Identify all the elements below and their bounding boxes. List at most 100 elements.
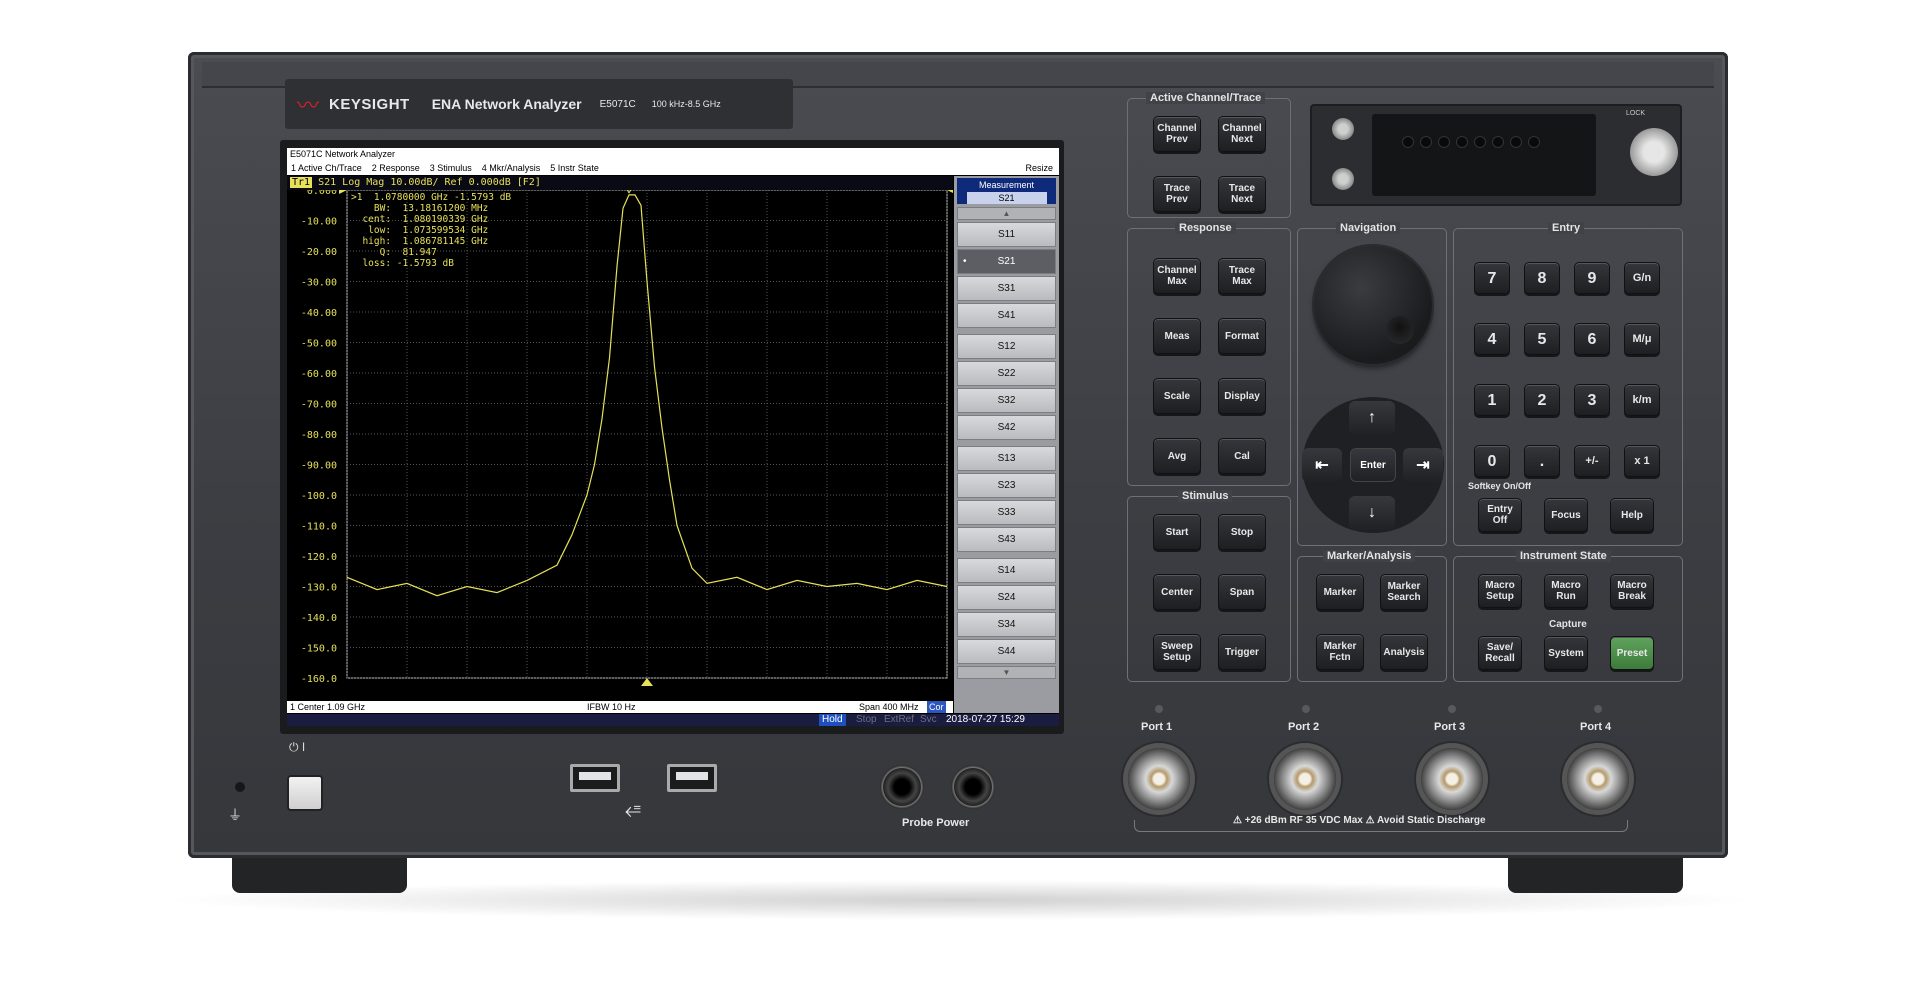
sweep-setup-button[interactable]: Sweep Setup — [1153, 634, 1201, 670]
port4-label: Port 4 — [1580, 721, 1612, 733]
entry-key-3[interactable]: 3 — [1574, 384, 1610, 416]
y-tick-label: -70.00 — [301, 400, 337, 411]
channel-next-button[interactable]: Channel Next — [1218, 116, 1266, 152]
cal-button[interactable]: Cal — [1218, 438, 1266, 474]
entry-key-2[interactable]: 2 — [1524, 384, 1560, 416]
meas-button[interactable]: Meas — [1153, 318, 1201, 354]
port1-connector[interactable] — [1128, 748, 1190, 810]
save-recall-button[interactable]: Save/ Recall — [1478, 636, 1522, 670]
port1-label: Port 1 — [1141, 721, 1173, 733]
display-screen[interactable]: E5071C Network Analyzer 1 Active Ch/Trac… — [287, 148, 1059, 726]
y-tick-label: -60.00 — [301, 369, 337, 380]
port3-connector[interactable] — [1421, 748, 1483, 810]
help-button[interactable]: Help — [1610, 498, 1654, 532]
nav-right-button[interactable]: ⇥ — [1403, 448, 1443, 482]
softkey-scroll-up[interactable]: ▲ — [957, 207, 1056, 220]
ref-arrow-left — [339, 186, 347, 194]
entry-key-6[interactable]: 6 — [1574, 323, 1610, 355]
scale-button[interactable]: Scale — [1153, 378, 1201, 414]
stop-button[interactable]: Stop — [1218, 514, 1266, 550]
softkey-s34[interactable]: S34 — [957, 612, 1056, 637]
rotary-knob[interactable] — [1314, 246, 1432, 364]
entry-key-dot[interactable]: . — [1524, 445, 1560, 477]
nav-up-button[interactable]: ↑ — [1349, 401, 1395, 435]
start-button[interactable]: Start — [1153, 514, 1201, 550]
softkey-s33[interactable]: S33 — [957, 500, 1056, 525]
entry-key-1[interactable]: 1 — [1474, 384, 1510, 416]
menu-item-instr-state[interactable]: 5 Instr State — [550, 161, 599, 175]
softkey-s21[interactable]: S21 — [957, 249, 1056, 274]
port4-connector[interactable] — [1567, 748, 1629, 810]
entry-key-sign[interactable]: +/- — [1574, 445, 1610, 477]
entry-off-button[interactable]: Entry Off — [1478, 498, 1522, 532]
softkey-s23[interactable]: S23 — [957, 473, 1056, 498]
format-button[interactable]: Format — [1218, 318, 1266, 354]
softkey-s14[interactable]: S14 — [957, 558, 1056, 583]
port3-label: Port 3 — [1434, 721, 1466, 733]
menu-item-resize[interactable]: Resize — [1025, 161, 1053, 175]
entry-key-x1[interactable]: x 1 — [1624, 445, 1660, 477]
softkey-s42[interactable]: S42 — [957, 415, 1056, 440]
softkey-s41[interactable]: S41 — [957, 303, 1056, 328]
entry-key-m[interactable]: M/μ — [1624, 323, 1660, 355]
menu-item-active-ch[interactable]: 1 Active Ch/Trace — [291, 161, 362, 175]
marker-search-button[interactable]: Marker Search — [1380, 574, 1428, 610]
nav-down-button[interactable]: ↓ — [1349, 496, 1395, 530]
trace-next-button[interactable]: Trace Next — [1218, 176, 1266, 212]
system-button[interactable]: System — [1544, 636, 1588, 670]
entry-key-km[interactable]: k/m — [1624, 384, 1660, 416]
macro-run-button[interactable]: Macro Run — [1544, 574, 1588, 608]
usb-port-2[interactable] — [667, 764, 717, 792]
softkey-s31[interactable]: S31 — [957, 276, 1056, 301]
entry-key-5[interactable]: 5 — [1524, 323, 1560, 355]
marker-fctn-button[interactable]: Marker Fctn — [1316, 634, 1364, 670]
entry-key-gn[interactable]: G/n — [1624, 262, 1660, 294]
channel-prev-button[interactable]: Channel Prev — [1153, 116, 1201, 152]
menu-item-mkr-analysis[interactable]: 4 Mkr/Analysis — [482, 161, 541, 175]
span-button[interactable]: Span — [1218, 574, 1266, 610]
lock-key-icon[interactable] — [1630, 128, 1678, 176]
softkey-scroll-down[interactable]: ▼ — [957, 666, 1056, 679]
entry-key-0[interactable]: 0 — [1474, 445, 1510, 477]
softkey-s12[interactable]: S12 — [957, 334, 1056, 359]
y-tick-label: -160.0 — [301, 674, 337, 685]
softkey-s32[interactable]: S32 — [957, 388, 1056, 413]
channel-max-button[interactable]: Channel Max — [1153, 258, 1201, 294]
usb-icon: ⭀ — [625, 800, 641, 822]
focus-button[interactable]: Focus — [1544, 498, 1588, 532]
entry-key-9[interactable]: 9 — [1574, 262, 1610, 294]
entry-key-4[interactable]: 4 — [1474, 323, 1510, 355]
avg-button[interactable]: Avg — [1153, 438, 1201, 474]
display-button[interactable]: Display — [1218, 378, 1266, 414]
menu-item-response[interactable]: 2 Response — [372, 161, 420, 175]
enter-button[interactable]: Enter — [1350, 448, 1396, 482]
nav-left-button[interactable]: ⇤ — [1302, 448, 1342, 482]
trace-max-button[interactable]: Trace Max — [1218, 258, 1266, 294]
probe-power-connector-1[interactable] — [880, 765, 924, 809]
softkey-s24[interactable]: S24 — [957, 585, 1056, 610]
softkey-s44[interactable]: S44 — [957, 639, 1056, 664]
softkey-s13[interactable]: S13 — [957, 446, 1056, 471]
macro-setup-button[interactable]: Macro Setup — [1478, 574, 1522, 608]
brand-plate: 〰 KEYSIGHT ENA Network Analyzer E5071C 1… — [285, 79, 793, 129]
port2-connector[interactable] — [1274, 748, 1336, 810]
y-tick-label: -110.0 — [301, 522, 337, 533]
power-button[interactable] — [287, 775, 323, 811]
trigger-button[interactable]: Trigger — [1218, 634, 1266, 670]
marker-button[interactable]: Marker — [1316, 574, 1364, 610]
entry-key-8[interactable]: 8 — [1524, 262, 1560, 294]
macro-break-button[interactable]: Macro Break — [1610, 574, 1654, 608]
usb-port-1[interactable] — [570, 764, 620, 792]
softkey-s11[interactable]: S11 — [957, 222, 1056, 247]
marker-readout-high: high: 1.086781145 GHz — [351, 236, 488, 247]
trace-prev-button[interactable]: Trace Prev — [1153, 176, 1201, 212]
probe-power-connector-2[interactable] — [951, 765, 995, 809]
analysis-button[interactable]: Analysis — [1380, 634, 1428, 670]
entry-key-7[interactable]: 7 — [1474, 262, 1510, 294]
menu-item-stimulus[interactable]: 3 Stimulus — [430, 161, 472, 175]
center-button[interactable]: Center — [1153, 574, 1201, 610]
preset-button[interactable]: Preset — [1610, 636, 1654, 670]
softkey-s43[interactable]: S43 — [957, 527, 1056, 552]
softkey-s22[interactable]: S22 — [957, 361, 1056, 386]
port2-led — [1302, 705, 1310, 713]
